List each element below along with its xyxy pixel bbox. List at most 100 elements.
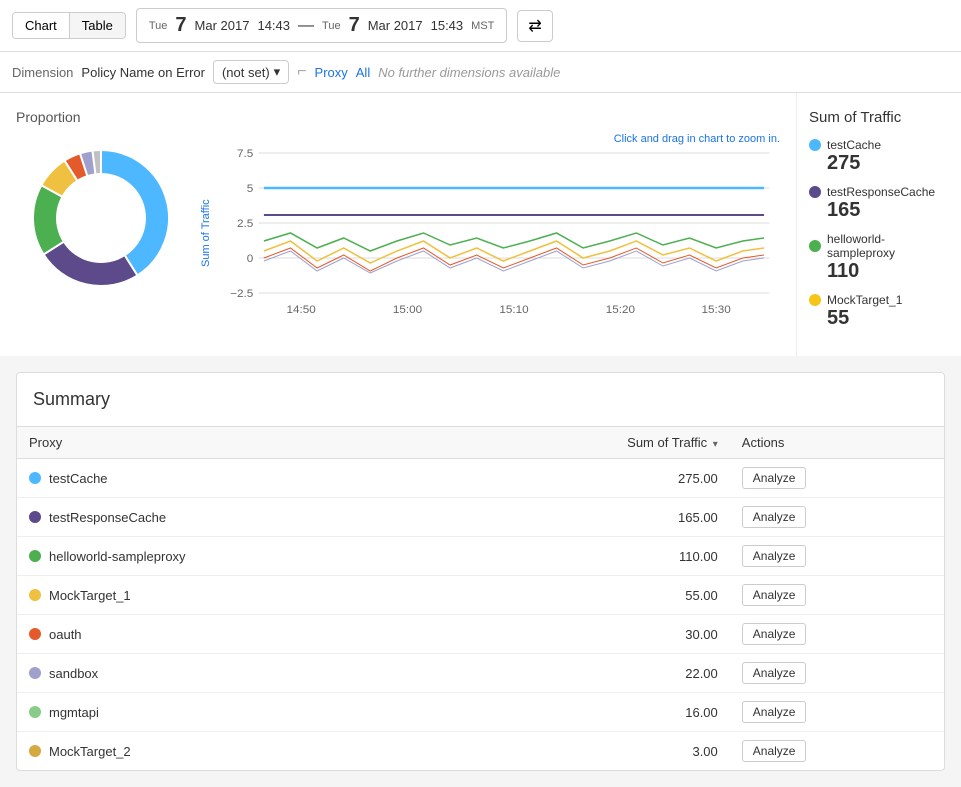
summary-table: Proxy Sum of Traffic ▾ Actions testCache… bbox=[17, 426, 944, 770]
proxy-cell: testCache bbox=[17, 459, 453, 498]
start-month-year: Mar 2017 bbox=[195, 18, 250, 33]
end-tz: MST bbox=[471, 20, 494, 32]
traffic-value: 16.00 bbox=[453, 693, 730, 732]
proxy-link[interactable]: Proxy bbox=[315, 65, 348, 80]
proxy-cell: testResponseCache bbox=[17, 498, 453, 537]
proxy-header: Proxy bbox=[17, 427, 453, 459]
analyze-button[interactable]: Analyze bbox=[742, 545, 807, 567]
table-row: sandbox 22.00 Analyze bbox=[17, 654, 944, 693]
end-day: Tue bbox=[322, 20, 341, 32]
end-time: 15:43 bbox=[431, 18, 464, 33]
svg-text:7.5: 7.5 bbox=[237, 148, 253, 160]
table-row: testCache 275.00 Analyze bbox=[17, 459, 944, 498]
dimension-value: (not set) bbox=[222, 65, 270, 80]
traffic-header: Sum of Traffic ▾ bbox=[453, 427, 730, 459]
table-row: MockTarget_1 55.00 Analyze bbox=[17, 576, 944, 615]
dimension-separator: ⌐ bbox=[297, 63, 306, 81]
proxy-cell: sandbox bbox=[17, 654, 453, 693]
actions-cell: Analyze bbox=[730, 576, 944, 615]
table-row: helloworld-sampleproxy 110.00 Analyze bbox=[17, 537, 944, 576]
traffic-value: 22.00 bbox=[453, 654, 730, 693]
table-row: oauth 30.00 Analyze bbox=[17, 615, 944, 654]
actions-cell: Analyze bbox=[730, 693, 944, 732]
chevron-down-icon: ▾ bbox=[274, 64, 281, 80]
proportion-title: Proportion bbox=[16, 109, 780, 125]
legend-panel: Sum of Traffic testCache 275 testRespons… bbox=[796, 93, 961, 356]
proxy-cell: MockTarget_1 bbox=[17, 576, 453, 615]
svg-text:5: 5 bbox=[247, 183, 254, 195]
chart-area: Sum of Traffic 7.5 5 2.5 bbox=[196, 133, 780, 333]
date-range[interactable]: Tue 7 Mar 2017 14:43 — Tue 7 Mar 2017 15… bbox=[136, 8, 508, 43]
table-row: mgmtapi 16.00 Analyze bbox=[17, 693, 944, 732]
actions-header: Actions bbox=[730, 427, 944, 459]
zoom-hint[interactable]: Click and drag in chart to zoom in. bbox=[614, 133, 780, 145]
dimension-select[interactable]: (not set) ▾ bbox=[213, 60, 289, 84]
policy-name-label: Policy Name on Error bbox=[81, 65, 205, 80]
svg-text:15:10: 15:10 bbox=[499, 304, 528, 316]
svg-text:15:30: 15:30 bbox=[702, 304, 731, 316]
table-row: testResponseCache 165.00 Analyze bbox=[17, 498, 944, 537]
proportion-area: Click and drag in chart to zoom in. Sum … bbox=[16, 133, 780, 333]
traffic-value: 110.00 bbox=[453, 537, 730, 576]
legend-items: testCache 275 testResponseCache 165 hell… bbox=[809, 138, 949, 330]
svg-text:0: 0 bbox=[247, 253, 254, 265]
sort-icon: ▾ bbox=[713, 439, 718, 450]
line-chart-container: Click and drag in chart to zoom in. Sum … bbox=[196, 133, 780, 333]
analyze-button[interactable]: Analyze bbox=[742, 467, 807, 489]
legend-item: testCache 275 bbox=[809, 138, 949, 175]
chart-and-legend-section: Proportion Click and drag in chart to zo… bbox=[0, 93, 961, 356]
legend-item: testResponseCache 165 bbox=[809, 185, 949, 222]
actions-cell: Analyze bbox=[730, 732, 944, 771]
all-link[interactable]: All bbox=[356, 65, 370, 80]
table-row: MockTarget_2 3.00 Analyze bbox=[17, 732, 944, 771]
chart-main: Proportion Click and drag in chart to zo… bbox=[0, 93, 796, 356]
top-bar: Chart Table Tue 7 Mar 2017 14:43 — Tue 7… bbox=[0, 0, 961, 52]
analyze-button[interactable]: Analyze bbox=[742, 662, 807, 684]
start-date-num: 7 bbox=[175, 14, 186, 37]
analyze-button[interactable]: Analyze bbox=[742, 701, 807, 723]
actions-cell: Analyze bbox=[730, 459, 944, 498]
y-axis-label: Sum of Traffic bbox=[196, 133, 216, 333]
actions-cell: Analyze bbox=[730, 615, 944, 654]
table-header-row: Proxy Sum of Traffic ▾ Actions bbox=[17, 427, 944, 459]
svg-text:−2.5: −2.5 bbox=[230, 288, 253, 300]
proxy-cell: oauth bbox=[17, 615, 453, 654]
table-tab[interactable]: Table bbox=[70, 13, 125, 38]
start-time: 14:43 bbox=[257, 18, 290, 33]
view-toggle: Chart Table bbox=[12, 12, 126, 39]
svg-text:14:50: 14:50 bbox=[287, 304, 316, 316]
analyze-button[interactable]: Analyze bbox=[742, 623, 807, 645]
donut-chart bbox=[16, 133, 196, 306]
dimension-bar: Dimension Policy Name on Error (not set)… bbox=[0, 52, 961, 93]
traffic-value: 30.00 bbox=[453, 615, 730, 654]
refresh-button[interactable]: ⇄ bbox=[517, 10, 552, 42]
svg-text:15:00: 15:00 bbox=[393, 304, 422, 316]
proxy-cell: helloworld-sampleproxy bbox=[17, 537, 453, 576]
traffic-value: 55.00 bbox=[453, 576, 730, 615]
actions-cell: Analyze bbox=[730, 498, 944, 537]
traffic-value: 275.00 bbox=[453, 459, 730, 498]
legend-item: helloworld-sampleproxy 110 bbox=[809, 232, 949, 283]
svg-text:15:20: 15:20 bbox=[606, 304, 635, 316]
no-dimensions-text: No further dimensions available bbox=[378, 65, 560, 80]
date-dash: — bbox=[298, 17, 314, 35]
chart-tab[interactable]: Chart bbox=[13, 13, 70, 38]
end-month-year: Mar 2017 bbox=[368, 18, 423, 33]
start-day: Tue bbox=[149, 20, 168, 32]
svg-text:2.5: 2.5 bbox=[237, 218, 253, 230]
analyze-button[interactable]: Analyze bbox=[742, 506, 807, 528]
traffic-value: 165.00 bbox=[453, 498, 730, 537]
proxy-cell: mgmtapi bbox=[17, 693, 453, 732]
summary-title: Summary bbox=[17, 373, 944, 426]
legend-title: Sum of Traffic bbox=[809, 109, 949, 126]
analyze-button[interactable]: Analyze bbox=[742, 584, 807, 606]
actions-cell: Analyze bbox=[730, 654, 944, 693]
actions-cell: Analyze bbox=[730, 537, 944, 576]
analyze-button[interactable]: Analyze bbox=[742, 740, 807, 762]
summary-section: Summary Proxy Sum of Traffic ▾ Actions t… bbox=[16, 372, 945, 771]
dimension-label: Dimension bbox=[12, 65, 73, 80]
legend-item: MockTarget_1 55 bbox=[809, 293, 949, 330]
end-date-num: 7 bbox=[349, 14, 360, 37]
proxy-cell: MockTarget_2 bbox=[17, 732, 453, 771]
traffic-value: 3.00 bbox=[453, 732, 730, 771]
